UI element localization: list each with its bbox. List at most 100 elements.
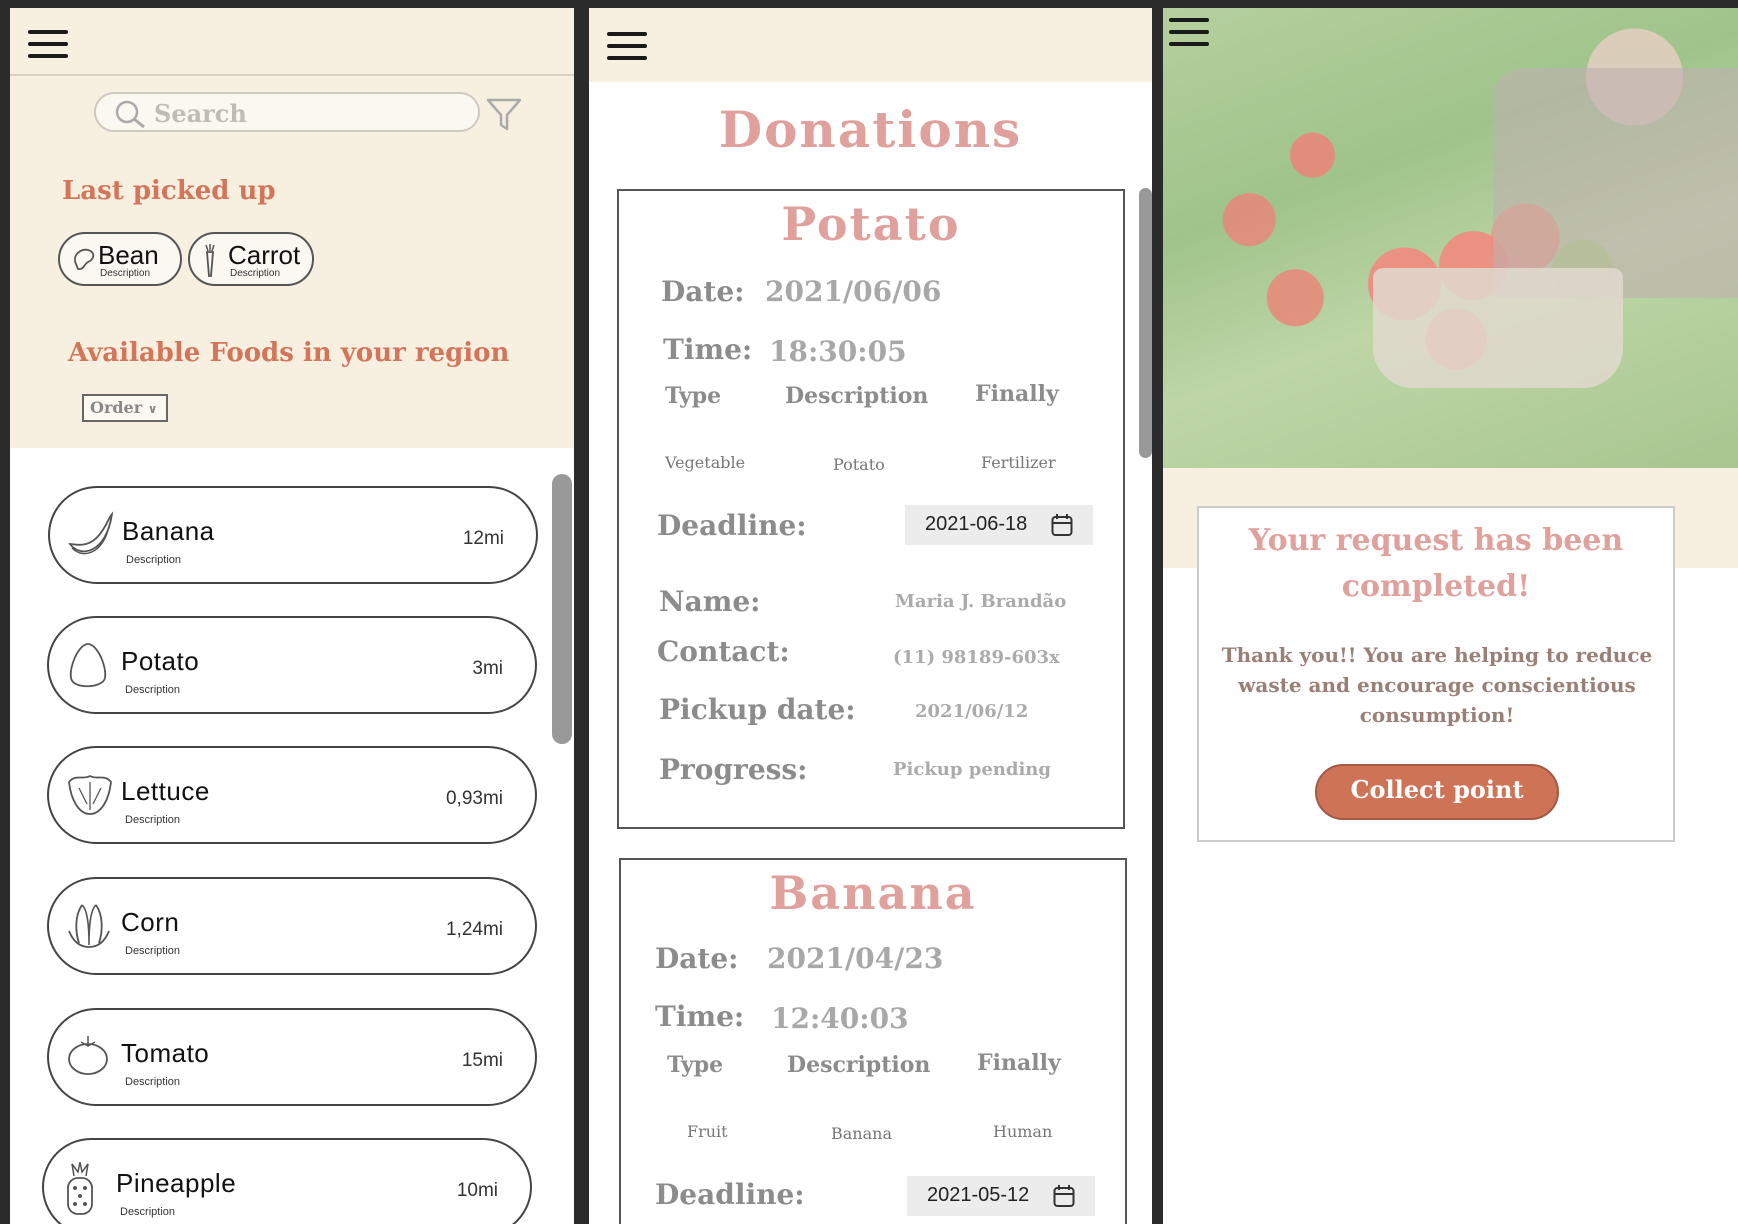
corn-icon <box>68 904 110 948</box>
potato-icon <box>69 643 107 688</box>
date-value: 2021/04/23 <box>767 942 944 975</box>
topbar-divider <box>10 74 574 76</box>
search-input[interactable] <box>152 98 456 128</box>
mid-header <box>589 8 1152 82</box>
time-label: Time: <box>655 1000 745 1033</box>
confirmation-message: Thank you!! You are helping to reduce wa… <box>1221 643 1653 727</box>
time-value: 18:30:05 <box>769 335 907 368</box>
tomato-icon <box>68 1036 108 1075</box>
recent-chip-bean[interactable]: Bean Description <box>58 232 182 286</box>
confirmation-title: Your request has been completed! <box>1248 523 1624 604</box>
food-desc: Description <box>126 554 182 566</box>
menu-icon[interactable] <box>28 30 68 60</box>
food-distance: 10mi <box>456 1180 498 1201</box>
collect-point-button[interactable]: Collect point <box>1315 764 1559 820</box>
finally-header: Finally <box>977 1050 1061 1076</box>
scrollbar[interactable] <box>1139 188 1152 458</box>
search-bar[interactable] <box>94 92 480 132</box>
time-label: Time: <box>663 333 753 366</box>
donation-title: Banana <box>769 866 977 920</box>
chip-title: Carrot <box>228 240 301 270</box>
food-name: Pineapple <box>116 1168 237 1198</box>
pickup-date-label: Pickup date: <box>659 693 856 726</box>
name-value: Maria J. Brandão <box>895 591 1067 612</box>
deadline-date-picker[interactable]: 2021-06-18 <box>905 505 1093 545</box>
contact-label: Contact: <box>657 635 790 668</box>
date-value: 2021/06/06 <box>765 275 942 308</box>
menu-icon[interactable] <box>1169 18 1209 48</box>
chevron-down-icon: ∨ <box>147 402 158 416</box>
donation-card-banana: Banana Date: 2021/04/23 Time: 12:40:03 T… <box>619 858 1127 1224</box>
food-card-tomato[interactable]: Tomato Description 15mi <box>47 1008 537 1106</box>
calendar-icon <box>1051 514 1073 536</box>
contact-value: (11) 98189-603x <box>893 647 1060 668</box>
available-foods-heading: Available Foods in your region <box>68 338 510 368</box>
description-value: Banana <box>831 1124 892 1143</box>
pineapple-icon <box>67 1162 93 1215</box>
deadline-date-picker[interactable]: 2021-05-12 <box>907 1176 1095 1216</box>
food-name: Potato <box>121 646 200 676</box>
food-card-pineapple[interactable]: Pineapple Description 10mi <box>42 1138 532 1224</box>
description-header: Description <box>787 1052 931 1078</box>
bean-icon <box>74 248 95 270</box>
photo-overlay <box>1163 8 1738 468</box>
food-card-banana[interactable]: Banana Description 12mi <box>48 486 538 584</box>
page-title: Donations <box>718 100 1023 159</box>
food-name: Lettuce <box>121 776 210 806</box>
type-header: Type <box>667 1052 724 1078</box>
food-distance: 1,24mi <box>445 919 503 940</box>
type-header: Type <box>665 383 722 409</box>
description-value: Potato <box>833 455 885 474</box>
description-header: Description <box>785 383 929 409</box>
last-picked-heading: Last picked up <box>62 176 276 206</box>
progress-value: Pickup pending <box>893 759 1051 780</box>
donations-screen: Donations Potato Date: 2021/06/06 Time: … <box>589 8 1152 1224</box>
name-label: Name: <box>659 585 761 618</box>
deadline-value: 2021-05-12 <box>927 1184 1030 1206</box>
progress-label: Progress: <box>659 753 808 786</box>
food-card-potato[interactable]: Potato Description 3mi <box>47 616 537 714</box>
scrollbar[interactable] <box>552 474 572 744</box>
order-dropdown[interactable]: Order ∨ <box>82 394 168 422</box>
donation-title: Potato <box>781 197 961 251</box>
confirmation-card: Your request has been completed! Thank y… <box>1197 506 1675 842</box>
food-card-corn[interactable]: Corn Description 1,24mi <box>47 877 537 975</box>
food-desc: Description <box>125 814 181 826</box>
calendar-icon <box>1053 1185 1075 1207</box>
type-value: Vegetable <box>665 453 746 472</box>
food-card-lettuce[interactable]: Lettuce Description 0,93mi <box>47 746 537 844</box>
finally-header: Finally <box>975 381 1059 407</box>
donation-card-potato: Potato Date: 2021/06/06 Time: 18:30:05 T… <box>617 189 1125 829</box>
type-value: Fruit <box>687 1122 728 1141</box>
food-name: Banana <box>122 516 215 546</box>
order-label: Order <box>90 398 143 417</box>
time-value: 12:40:03 <box>771 1002 909 1035</box>
food-desc: Description <box>125 684 181 696</box>
food-distance: 0,93mi <box>445 788 503 809</box>
lettuce-icon <box>68 774 112 815</box>
deadline-label: Deadline: <box>657 509 807 542</box>
chip-desc: Description <box>100 268 151 279</box>
confirmation-screen: Your request has been completed! Thank y… <box>1163 8 1738 1224</box>
food-desc: Description <box>125 945 181 957</box>
filter-icon[interactable] <box>486 98 522 132</box>
food-list-screen: Last picked up Bean Description Carrot D… <box>10 8 574 1224</box>
date-label: Date: <box>661 275 745 308</box>
search-icon <box>115 100 145 129</box>
food-desc: Description <box>125 1076 181 1088</box>
pickup-date-value: 2021/06/12 <box>915 701 1029 722</box>
menu-icon[interactable] <box>607 32 647 62</box>
banana-icon <box>68 511 114 555</box>
chip-desc: Description <box>230 268 281 279</box>
date-label: Date: <box>655 942 739 975</box>
finally-value: Fertilizer <box>981 453 1056 472</box>
deadline-label: Deadline: <box>655 1178 805 1211</box>
food-distance: 12mi <box>462 528 504 549</box>
farmer-photo <box>1163 8 1738 468</box>
chip-title: Bean <box>98 240 159 270</box>
food-desc: Description <box>120 1206 176 1218</box>
food-distance: 3mi <box>472 658 503 679</box>
recent-chip-carrot[interactable]: Carrot Description <box>188 232 314 286</box>
carrot-icon <box>205 244 215 277</box>
food-name: Corn <box>121 907 180 937</box>
